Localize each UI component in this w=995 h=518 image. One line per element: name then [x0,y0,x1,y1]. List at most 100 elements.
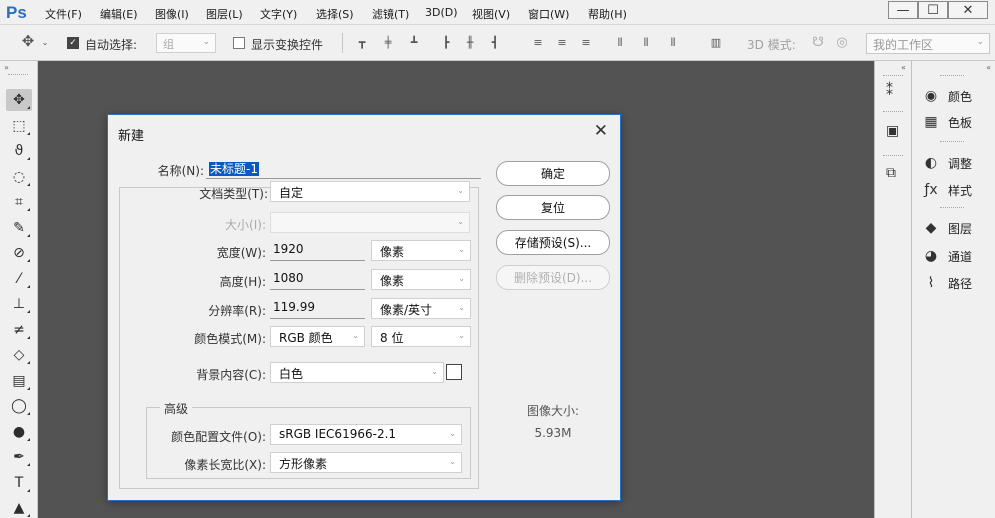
reset-button[interactable]: 复位 [496,195,610,220]
show-transform-checkbox[interactable] [233,37,245,49]
ok-button[interactable]: 确定 [496,161,610,186]
menu-view[interactable]: 视图(V) [472,6,510,22]
dodge-tool-button[interactable]: ● [6,421,32,443]
properties-icon[interactable]: ▣ [886,123,899,139]
panel-icon: ◐ [924,155,938,171]
menu-3d[interactable]: 3D(D) [425,6,458,19]
width-input[interactable]: 1920 [270,239,365,261]
panel-tab-6[interactable]: ⌇ 路径 [922,272,972,294]
bit-depth-dropdown[interactable]: 8 位 ⌄ [371,326,471,347]
submenu-indicator-icon [27,233,30,237]
dialog-title: 新建 [118,129,145,144]
panel-tab-2[interactable]: ◐ 调整 [922,152,972,174]
align-top-icon[interactable]: ┳ [356,37,368,49]
menu-file[interactable]: 文件(F) [45,6,82,22]
distribute-bottom-icon[interactable]: ≡ [580,37,592,49]
align-hcenter-icon[interactable]: ╫ [464,37,476,49]
auto-select-dropdown[interactable]: 组 ⌄ [156,33,216,53]
brush-tool-button[interactable]: ⁄ [6,268,32,290]
menu-image[interactable]: 图像(I) [155,6,189,22]
healing-brush-tool-button[interactable]: ⊘ [6,242,32,264]
panel-tab-1[interactable]: ▦ 色板 [922,111,972,133]
distribute-left-icon[interactable]: ⦀ [614,37,626,49]
background-color-swatch[interactable] [446,364,462,380]
auto-align-icon[interactable]: ▥ [710,37,722,49]
menu-layer[interactable]: 图层(L) [206,6,243,22]
pixel-aspect-dropdown[interactable]: 方形像素 ⌄ [270,452,462,473]
panel-tab-3[interactable]: ƒx 样式 [922,179,972,201]
collapse-icon[interactable]: « [901,63,906,72]
resolution-unit-dropdown[interactable]: 像素/英寸 ⌄ [371,298,471,319]
panel-tab-4[interactable]: ◆ 图层 [922,217,972,239]
panel-grip[interactable] [940,75,964,79]
distribute-top-icon[interactable]: ≡ [532,37,544,49]
auto-select-checkbox[interactable]: ✓ [67,37,79,49]
panel-tab-0[interactable]: ◉ 颜色 [922,85,972,107]
close-window-button[interactable]: ✕ [948,1,988,19]
path-select-tool-button[interactable]: ▲ [6,497,32,518]
menu-filter[interactable]: 滤镜(T) [372,6,409,22]
menu-select[interactable]: 选择(S) [316,6,354,22]
align-right-icon[interactable]: ┫ [489,37,501,49]
collapse-icon[interactable]: « [986,63,991,72]
menu-window[interactable]: 窗口(W) [528,6,569,22]
panel-grip[interactable] [8,74,28,78]
save-preset-button[interactable]: 存储预设(S)... [496,230,610,255]
menu-edit[interactable]: 编辑(E) [100,6,138,22]
align-vcenter-icon[interactable]: ╪ [382,37,394,49]
panel-grip[interactable] [883,111,903,115]
collapse-icon[interactable]: » [4,63,9,72]
panel-grip[interactable] [940,207,964,211]
name-input[interactable]: 未标题-1 [206,157,481,179]
chevron-down-icon: ⌄ [457,217,464,226]
panel-grip[interactable] [940,141,964,145]
3d-roll-icon[interactable]: ◎ [836,36,848,49]
close-icon[interactable]: ✕ [594,121,608,141]
panel-tab-5[interactable]: ◕ 通道 [922,245,972,267]
preset-dropdown[interactable]: 自定 ⌄ [270,181,470,202]
move-tool-button[interactable]: ✥ [6,89,32,111]
height-input[interactable]: 1080 [270,268,365,290]
align-bottom-icon[interactable]: ┻ [408,37,420,49]
history-brush-tool-button[interactable]: ≠ [6,319,32,341]
eraser-tool-button[interactable]: ◇ [6,344,32,366]
distribute-vcenter-icon[interactable]: ≡ [556,37,568,49]
align-left-icon[interactable]: ┣ [440,37,452,49]
eyedropper-tool-button[interactable]: ✎ [6,217,32,239]
panel-grip[interactable] [883,75,903,79]
height-unit-dropdown[interactable]: 像素 ⌄ [371,269,471,290]
clone-stamp-tool-button[interactable]: ⊥ [6,293,32,315]
image-size-value: 5.93M [534,426,572,440]
lasso-tool-button[interactable]: ϑ [6,140,32,162]
quick-select-tool-button[interactable]: ◌ [6,166,32,188]
height-unit-value: 像素 [380,274,405,288]
menu-help[interactable]: 帮助(H) [588,6,627,22]
minimize-button[interactable]: — [888,1,918,19]
maximize-button[interactable]: ☐ [918,1,948,19]
crop-tool-icon: ⌗ [15,194,23,210]
divider [342,33,343,53]
menu-type[interactable]: 文字(Y) [260,6,297,22]
blur-tool-button[interactable]: ◯ [6,395,32,417]
resolution-input[interactable]: 119.99 [270,297,365,319]
chevron-down-icon[interactable]: ⌄ [39,37,51,49]
color-mode-dropdown[interactable]: RGB 颜色 ⌄ [270,326,365,347]
color-profile-dropdown[interactable]: sRGB IEC61966-2.1 ⌄ [270,424,462,445]
width-unit-dropdown[interactable]: 像素 ⌄ [371,240,471,261]
type-tool-button[interactable]: T [6,472,32,494]
background-dropdown[interactable]: 白色 ⌄ [270,362,444,383]
resolution-label: 分辨率(R): [208,304,266,318]
submenu-indicator-icon [27,310,30,313]
histogram-icon[interactable]: ⁑ [886,83,893,99]
distribute-hcenter-icon[interactable]: ⦀ [640,37,652,49]
workspace-dropdown[interactable]: 我的工作区 ⌄ [866,33,990,54]
gradient-tool-button[interactable]: ▤ [6,370,32,392]
panel-grip[interactable] [883,155,903,159]
paragraph-icon[interactable]: ⧉ [886,165,896,181]
distribute-right-icon[interactable]: ⦀ [667,37,679,49]
3d-orbit-icon[interactable]: ☋ [812,36,824,49]
move-tool-icon[interactable]: ✥ [20,34,36,49]
pen-tool-button[interactable]: ✒ [6,446,32,468]
crop-tool-button[interactable]: ⌗ [6,191,32,213]
marquee-tool-button[interactable]: ⬚ [6,115,32,137]
